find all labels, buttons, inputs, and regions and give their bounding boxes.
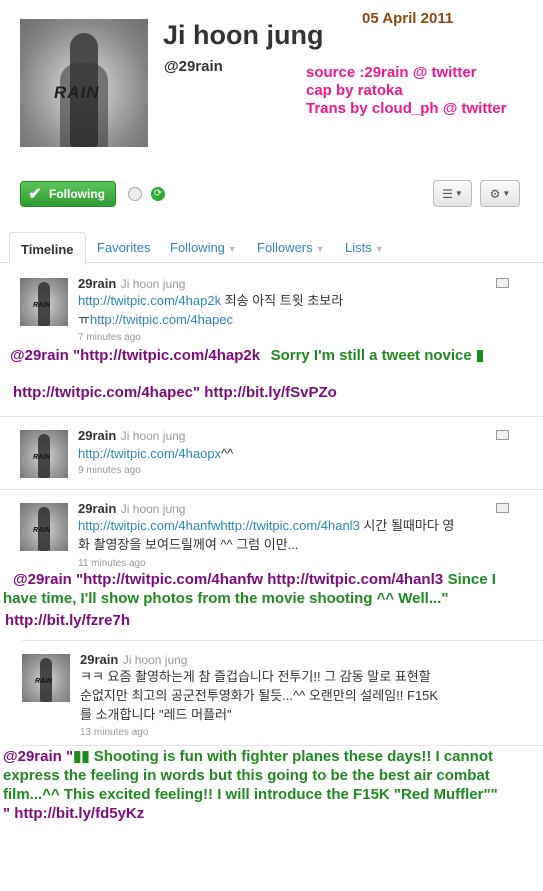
tweet-fullname: Ji hoon jung [122,653,188,667]
translation-text: @29rain "http://twitpic.com/4hap2k [10,347,261,364]
avatar-text: RAIN [54,83,100,102]
credit-cap: cap by ratoka [306,82,403,99]
credit-source: source :29rain @ twitter [306,64,477,81]
checkmark-icon: ✔ [28,186,42,203]
profile-handle: @29rain [164,58,223,75]
translation-text: http://twitpic.com/4hapec" http://bit.ly… [13,384,337,401]
tweet-timestamp[interactable]: 13 minutes ago [80,727,148,738]
translation-text: Sorry I'm still a tweet novice ▮ [270,347,485,364]
gear-icon: ⚙ [489,186,501,201]
tab-timeline[interactable]: Timeline [9,232,86,265]
tweet-separator [22,640,543,641]
credits-overlay: source :29rain @ twitter cap by ratoka T… [306,64,507,118]
tweet-text: http://twitpic.com/4haopx^^ [78,446,234,461]
tweet-separator [0,489,543,490]
tab-followers[interactable]: Followers ▼ [257,240,325,255]
tweet-link[interactable]: http://twitpic.com/4haopx [78,446,221,461]
tab-favorites[interactable]: Favorites [97,240,150,255]
translation-text: ▮▮ Shooting is fun with fighter planes t… [73,748,493,765]
following-label: Following [49,187,105,201]
list-icon: ☰ [442,186,453,201]
caret-down-icon: ▼ [315,244,325,254]
tweet-avatar[interactable]: RAIN [20,503,68,551]
tweet-timestamp[interactable]: 9 minutes ago [78,465,141,476]
tweet-username[interactable]: 29rain [78,428,116,443]
tweet-avatar[interactable]: RAIN [22,654,70,702]
tab-lists[interactable]: Lists ▼ [345,240,384,255]
tweet-username[interactable]: 29rain [78,276,116,291]
translation-text: Since I [447,571,496,588]
following-button[interactable]: ✔ Following [20,181,116,207]
translation-text: have time, I'll show photos from the mov… [3,590,449,607]
translation-text: @29rain "http://twitpic.com/4hanfw http:… [13,571,444,588]
media-icon[interactable] [496,430,509,440]
tweet-avatar[interactable]: RAIN [20,430,68,478]
chevron-down-icon: ▼ [454,189,463,198]
tweet-link[interactable]: http://twitpic.com/4hanfwhttp://twitpic.… [78,518,360,533]
translation-block: @29rain "http://twitpic.com/4hap2k Sorry… [10,346,484,365]
tweet-header: 29rain Ji hoon jung [78,427,185,445]
retweet-toggle-icon[interactable]: ⟳ [151,187,165,201]
tweet-text: http://twitpic.com/4hap2k 죄송 아직 트윗 초보라 ㅠ… [78,293,344,327]
tweet-fullname: Ji hoon jung [120,502,186,516]
tweet-timestamp[interactable]: 11 minutes ago [78,558,146,569]
translation-text: @29rain " [3,748,74,765]
device-notify-icon[interactable] [128,187,142,201]
translation-text: express the feeling in words but this go… [3,767,490,784]
tweet-fullname: Ji hoon jung [120,277,186,291]
translation-block: @29rain "http://twitpic.com/4hanfw http:… [13,570,538,590]
tweet-timestamp[interactable]: 7 minutes ago [78,332,141,343]
tweet-text: http://twitpic.com/4hanfwhttp://twitpic.… [78,518,455,552]
translation-block: @29rain "▮▮ Shooting is fun with fighter… [3,747,538,823]
credit-trans: Trans by cloud_ph @ twitter [306,100,507,117]
tweet-separator [0,416,543,417]
tweet-avatar[interactable]: RAIN [20,278,68,326]
tweet-separator [22,745,543,746]
media-icon[interactable] [496,278,509,288]
tweet-link[interactable]: http://twitpic.com/4hapec [90,312,233,327]
translation-text: film...^^ This excited feeling!! I will … [3,786,498,803]
tweet-fullname: Ji hoon jung [120,429,186,443]
date-overlay: 05 April 2011 [362,10,454,27]
tweet-username[interactable]: 29rain [80,652,118,667]
translation-text: " http://bit.ly/fd5yKz [3,805,145,822]
tweet-link[interactable]: http://twitpic.com/4hap2k [78,293,221,308]
tweet-text: ㅋㅋ 요즘 촬영하는게 참 즐겁습니다 전투기!! 그 감동 말로 표현할 순없… [80,669,439,722]
profile-name: Ji hoon jung [163,20,324,50]
caret-down-icon: ▼ [227,244,237,254]
profile-avatar: RAIN [20,19,148,147]
translation-text: http://bit.ly/fzre7h [5,612,130,629]
list-menu-button[interactable]: ☰ ▼ [433,180,472,207]
chevron-down-icon: ▼ [502,189,511,198]
caret-down-icon: ▼ [374,244,384,254]
media-icon[interactable] [496,503,509,513]
tweet-username[interactable]: 29rain [78,501,116,516]
tab-following[interactable]: Following ▼ [170,240,237,255]
settings-menu-button[interactable]: ⚙ ▼ [480,180,520,207]
